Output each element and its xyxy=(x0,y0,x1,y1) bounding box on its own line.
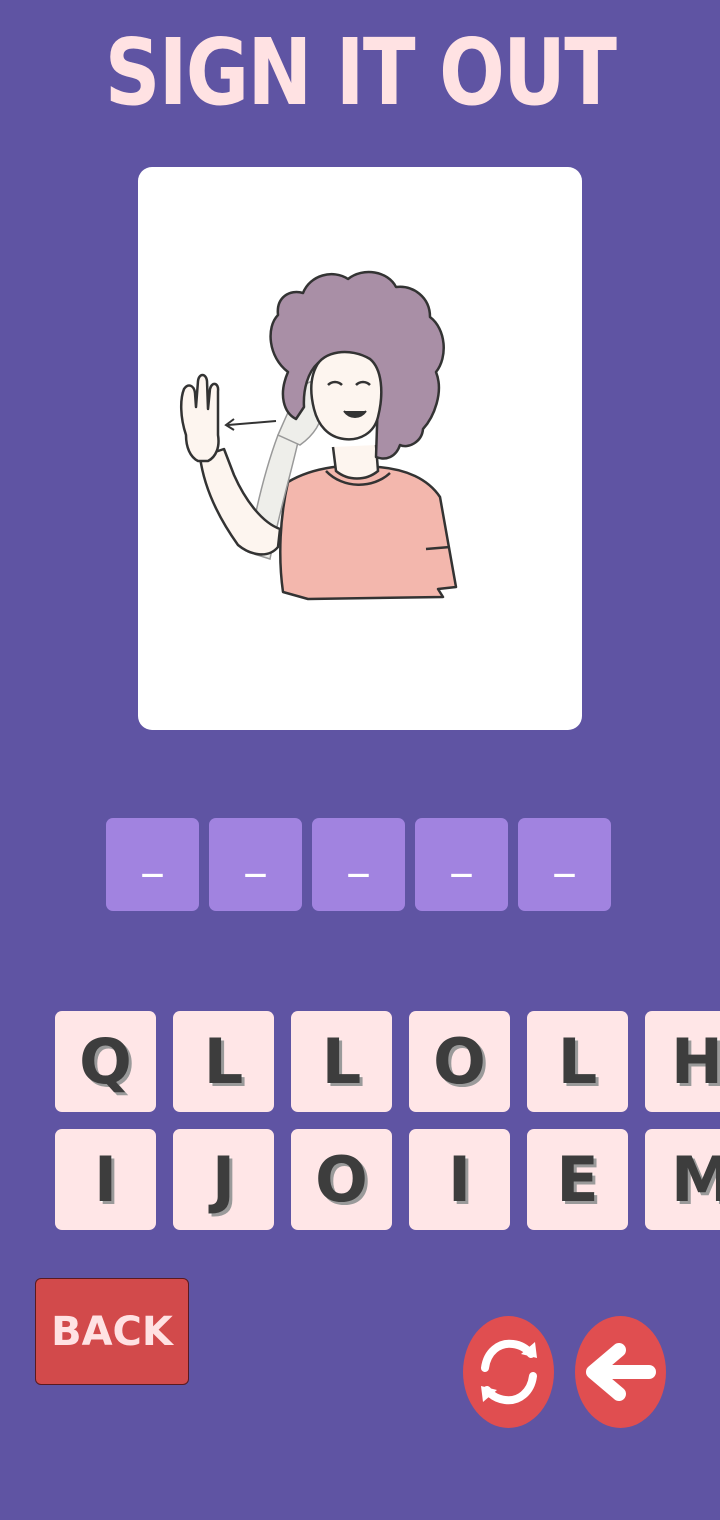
answer-slot[interactable]: _ xyxy=(209,818,302,911)
answer-slot[interactable]: _ xyxy=(106,818,199,911)
answer-slot[interactable]: _ xyxy=(518,818,611,911)
letter-key[interactable]: H xyxy=(645,1011,720,1112)
answer-slot[interactable]: _ xyxy=(415,818,508,911)
shuffle-button[interactable] xyxy=(463,1316,554,1428)
letter-key[interactable]: L xyxy=(291,1011,392,1112)
letter-key[interactable]: O xyxy=(409,1011,510,1112)
letter-key[interactable]: O xyxy=(291,1129,392,1230)
letter-key[interactable]: M xyxy=(645,1129,720,1230)
sign-illustration-card xyxy=(138,167,582,730)
delete-button[interactable] xyxy=(575,1316,666,1428)
back-button[interactable]: BACK xyxy=(35,1278,189,1385)
answer-slot[interactable]: _ xyxy=(312,818,405,911)
game-title: SIGN IT OUT xyxy=(104,19,617,126)
letter-key[interactable]: I xyxy=(409,1129,510,1230)
sign-illustration xyxy=(180,270,458,601)
letter-key[interactable]: J xyxy=(173,1129,274,1230)
letter-key[interactable]: L xyxy=(173,1011,274,1112)
letter-key[interactable]: E xyxy=(527,1129,628,1230)
refresh-icon xyxy=(481,1339,537,1405)
letter-key[interactable]: L xyxy=(527,1011,628,1112)
letter-key[interactable]: Q xyxy=(55,1011,156,1112)
arrow-left-icon xyxy=(586,1343,656,1401)
letter-key[interactable]: I xyxy=(55,1129,156,1230)
